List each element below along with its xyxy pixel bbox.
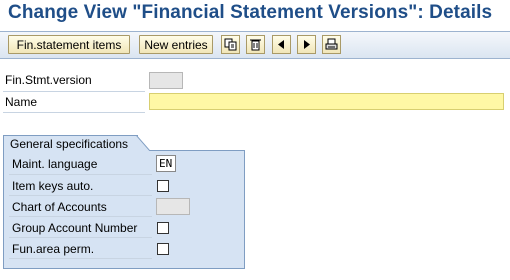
maint-language-field[interactable]: EN bbox=[156, 155, 176, 172]
previous-icon bbox=[278, 40, 284, 49]
row-divider bbox=[9, 258, 152, 259]
copy-icon bbox=[224, 38, 237, 51]
previous-entry-button[interactable] bbox=[272, 35, 291, 54]
fun-area-perm-label: Fun.area perm. bbox=[12, 242, 95, 256]
application-toolbar: Fin.statement items New entries bbox=[0, 31, 510, 59]
item-keys-auto-checkbox[interactable] bbox=[157, 180, 169, 192]
row-divider bbox=[9, 237, 152, 238]
group-account-number-checkbox[interactable] bbox=[157, 222, 169, 234]
page-title: Change View "Financial Statement Version… bbox=[8, 2, 493, 23]
row-divider bbox=[9, 216, 152, 217]
row-divider bbox=[9, 195, 152, 196]
name-label: Name bbox=[5, 95, 38, 109]
group-account-number-label: Group Account Number bbox=[12, 221, 138, 235]
copy-button[interactable] bbox=[221, 35, 240, 54]
next-icon bbox=[304, 40, 310, 49]
new-entries-button[interactable]: New entries bbox=[139, 35, 213, 54]
fun-area-perm-checkbox[interactable] bbox=[157, 243, 169, 255]
fin-stmt-version-label: Fin.Stmt.version bbox=[5, 73, 92, 87]
next-entry-button[interactable] bbox=[297, 35, 316, 54]
name-field[interactable] bbox=[149, 93, 504, 110]
row-divider bbox=[3, 91, 145, 92]
fin-stmt-version-field[interactable] bbox=[149, 72, 183, 89]
chart-of-accounts-field[interactable] bbox=[156, 198, 190, 215]
fin-statement-items-button[interactable]: Fin.statement items bbox=[8, 35, 130, 54]
group-tab-corner bbox=[136, 135, 150, 151]
delete-button[interactable] bbox=[246, 35, 265, 54]
row-divider bbox=[9, 174, 152, 175]
print-icon bbox=[325, 38, 338, 50]
general-specifications-title: General specifications bbox=[3, 135, 139, 152]
print-button[interactable] bbox=[322, 35, 341, 54]
item-keys-auto-label: Item keys auto. bbox=[12, 179, 94, 193]
chart-of-accounts-label: Chart of Accounts bbox=[12, 200, 107, 214]
maint-language-label: Maint. language bbox=[12, 157, 98, 171]
row-divider bbox=[3, 112, 145, 113]
delete-icon bbox=[250, 39, 261, 51]
